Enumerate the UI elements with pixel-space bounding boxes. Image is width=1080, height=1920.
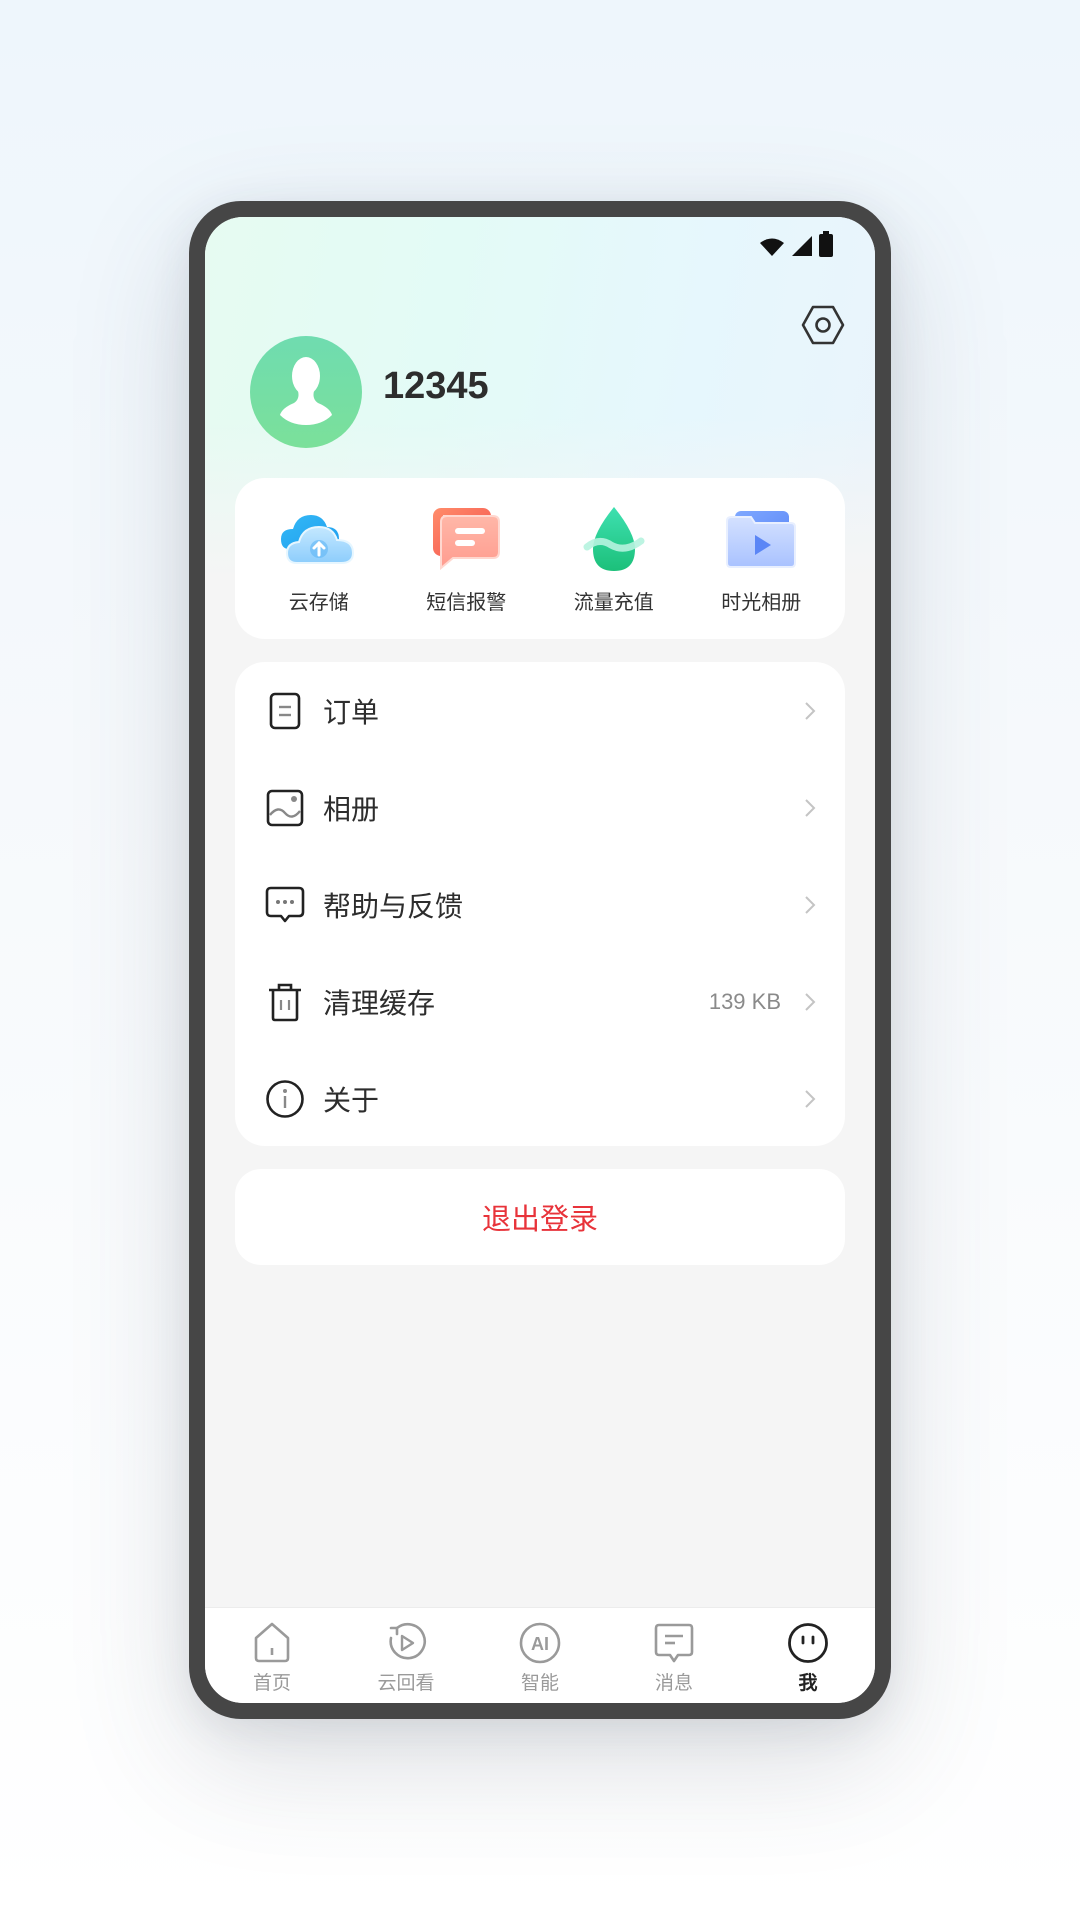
- menu-item-label: 关于: [323, 1083, 380, 1117]
- quick-action-cloud-storage[interactable]: 云存储: [249, 502, 389, 615]
- wifi-icon: [759, 237, 785, 261]
- tab-me[interactable]: 我: [753, 1622, 863, 1695]
- tab-label: 首页: [252, 1672, 291, 1694]
- tab-label: 智能: [520, 1672, 559, 1694]
- tab-ai[interactable]: AI 智能: [485, 1622, 595, 1695]
- logout-button[interactable]: 退出登录: [235, 1169, 845, 1265]
- tab-messages[interactable]: 消息: [619, 1622, 729, 1695]
- tab-label: 云回看: [377, 1672, 435, 1694]
- cache-size-value: 139 KB: [708, 988, 781, 1014]
- menu-item-label: 清理缓存: [323, 986, 436, 1020]
- quick-action-sms-alert[interactable]: 短信报警: [396, 502, 536, 615]
- menu-card: 订单 相册 帮助与反馈 清理缓存 139 KB 关于: [235, 662, 845, 1146]
- cellular-signal-icon: [791, 235, 813, 261]
- menu-item-label: 相册: [323, 792, 380, 826]
- video-folder-icon: [719, 502, 803, 576]
- menu-item-clear-cache[interactable]: 清理缓存 139 KB: [235, 953, 845, 1050]
- logout-label: 退出登录: [481, 1202, 598, 1236]
- menu-item-about[interactable]: 关于: [235, 1050, 845, 1147]
- username: 12345: [383, 365, 489, 407]
- sms-alert-icon: [424, 502, 508, 576]
- order-document-icon: [265, 691, 305, 731]
- chevron-right-icon: [803, 1088, 817, 1110]
- menu-item-label: 订单: [323, 695, 380, 729]
- battery-icon: [819, 231, 833, 261]
- app-screen: 12345 云存储 短信报警 流量充值 时光相册 订单 相册 帮助与反馈 清理缓…: [205, 217, 875, 1703]
- feedback-chat-icon: [265, 885, 305, 925]
- chevron-right-icon: [803, 894, 817, 916]
- menu-item-orders[interactable]: 订单: [235, 662, 845, 759]
- cloud-upload-icon: [277, 502, 361, 576]
- tab-label: 我: [798, 1672, 818, 1694]
- quick-action-label: 时光相册: [721, 590, 802, 614]
- chevron-right-icon: [803, 991, 817, 1013]
- data-droplet-icon: [572, 502, 656, 576]
- quick-actions-card: 云存储 短信报警 流量充值 时光相册: [235, 478, 845, 639]
- profile-face-icon: [787, 1622, 829, 1664]
- home-icon: [251, 1622, 293, 1664]
- tab-home[interactable]: 首页: [217, 1622, 327, 1695]
- trash-icon: [265, 982, 305, 1022]
- phone-frame: 12345 云存储 短信报警 流量充值 时光相册 订单 相册 帮助与反馈 清理缓…: [189, 201, 891, 1719]
- user-silhouette-icon: [276, 355, 336, 429]
- chevron-right-icon: [803, 797, 817, 819]
- quick-action-label: 流量充值: [573, 590, 654, 614]
- quick-action-label: 短信报警: [426, 590, 507, 614]
- tab-label: 消息: [654, 1672, 693, 1694]
- menu-item-help-feedback[interactable]: 帮助与反馈: [235, 856, 845, 953]
- svg-text:AI: AI: [531, 1634, 549, 1654]
- quick-action-data-topup[interactable]: 流量充值: [544, 502, 684, 615]
- settings-button[interactable]: [801, 303, 845, 347]
- album-image-icon: [265, 788, 305, 828]
- status-bar: [759, 231, 833, 261]
- hexagon-settings-icon: [801, 305, 845, 351]
- bottom-tab-bar: 首页 云回看 AI 智能 消息 我: [205, 1607, 875, 1703]
- message-icon: [653, 1622, 695, 1664]
- quick-action-label: 云存储: [288, 590, 349, 614]
- menu-item-album[interactable]: 相册: [235, 759, 845, 856]
- ai-icon: AI: [519, 1622, 561, 1664]
- info-icon: [265, 1079, 305, 1119]
- cloud-replay-icon: [385, 1622, 427, 1664]
- menu-item-label: 帮助与反馈: [323, 889, 464, 923]
- chevron-right-icon: [803, 700, 817, 722]
- quick-action-time-album[interactable]: 时光相册: [691, 502, 831, 615]
- avatar[interactable]: [250, 336, 362, 448]
- tab-cloud-replay[interactable]: 云回看: [351, 1622, 461, 1695]
